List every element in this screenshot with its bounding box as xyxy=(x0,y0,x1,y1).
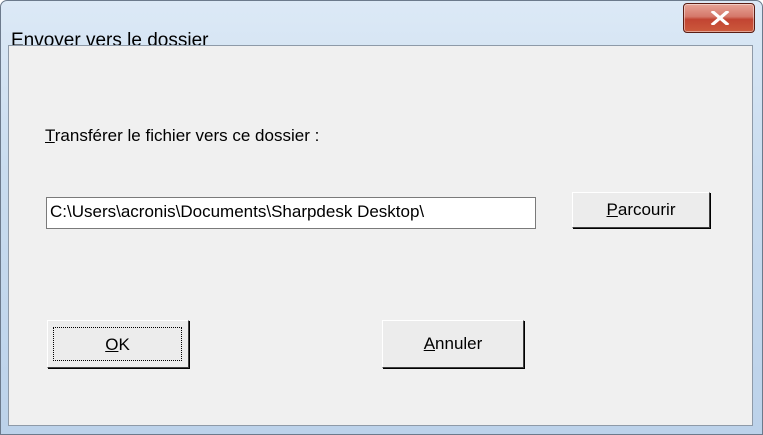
title-bar[interactable]: Envoyer vers le dossier xyxy=(1,1,762,51)
ok-mnemonic: O xyxy=(105,335,119,354)
ok-button[interactable]: OK xyxy=(47,320,189,368)
label-text: ransférer le fichier vers ce dossier : xyxy=(54,126,320,145)
destination-folder-label: Transférer le fichier vers ce dossier : xyxy=(45,126,319,146)
close-icon xyxy=(710,11,730,25)
cancel-button[interactable]: Annuler xyxy=(382,320,524,368)
cancel-mnemonic: A xyxy=(423,334,436,353)
browse-label: arcourir xyxy=(617,200,676,219)
browse-mnemonic: P xyxy=(606,200,618,219)
label-mnemonic: T xyxy=(45,126,55,145)
folder-path-input[interactable]: C:\Users\acronis\Documents\Sharpdesk Des… xyxy=(46,197,536,229)
focus-rectangle: OK xyxy=(53,327,182,361)
dialog-window: Envoyer vers le dossier Transférer le fi… xyxy=(0,0,763,435)
ok-label: K xyxy=(118,335,130,354)
cancel-label: nnuler xyxy=(435,334,483,353)
browse-button[interactable]: Parcourir xyxy=(572,192,710,228)
close-button[interactable] xyxy=(683,3,755,33)
dialog-body: Transférer le fichier vers ce dossier : … xyxy=(8,45,753,426)
